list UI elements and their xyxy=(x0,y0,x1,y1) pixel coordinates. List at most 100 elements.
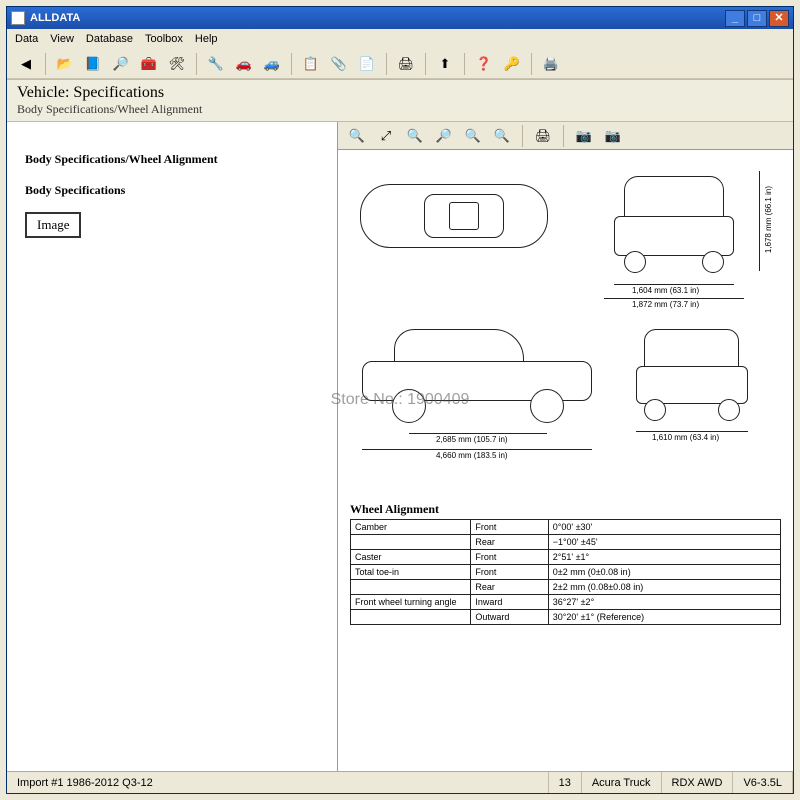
cell-param xyxy=(351,610,471,625)
camera2-icon[interactable]: 📷 xyxy=(602,125,624,147)
status-engine: V6-3.5L xyxy=(733,772,793,793)
diagram-viewer: 1,604 mm (63.1 in) 1,872 mm (73.7 in) 1,… xyxy=(338,150,793,771)
pan-icon[interactable]: ⤢ xyxy=(375,125,397,147)
left-sub-heading: Body Specifications xyxy=(25,183,319,198)
left-heading: Body Specifications/Wheel Alignment xyxy=(25,152,319,167)
cell-position: Rear xyxy=(471,580,548,595)
left-pane: Body Specifications/Wheel Alignment Body… xyxy=(7,122,337,771)
cell-position: Outward xyxy=(471,610,548,625)
sub-header: Vehicle: Specifications Body Specificati… xyxy=(7,79,793,122)
car2-icon[interactable]: 🚙 xyxy=(261,53,283,75)
title-bar: ALLDATA _ □ ✕ xyxy=(7,7,793,29)
cell-position: Front xyxy=(471,565,548,580)
separator xyxy=(425,53,426,75)
cell-value: 30°20' ±1° (Reference) xyxy=(548,610,780,625)
help-icon[interactable]: ❓ xyxy=(473,53,495,75)
wrench-icon[interactable]: 🔧 xyxy=(205,53,227,75)
zoom-region-icon[interactable]: 🔍 xyxy=(404,125,426,147)
spec-table-wrap: Wheel Alignment CamberFront0°00' ±30'Rea… xyxy=(344,502,787,625)
dim-track-front: 1,604 mm (63.1 in) xyxy=(632,286,699,295)
menu-view[interactable]: View xyxy=(50,33,74,45)
cell-position: Front xyxy=(471,520,548,535)
cell-value: 36°27' ±2° xyxy=(548,595,780,610)
separator xyxy=(563,125,564,147)
print-icon[interactable]: 🖨 xyxy=(395,53,417,75)
menu-database[interactable]: Database xyxy=(86,33,133,45)
table-title: Wheel Alignment xyxy=(350,502,781,517)
dim-length: 4,660 mm (183.5 in) xyxy=(436,451,508,460)
search-icon[interactable]: 🔎 xyxy=(110,53,132,75)
key-icon[interactable]: 🔑 xyxy=(501,53,523,75)
status-bar: Import #1 1986-2012 Q3-12 13 Acura Truck… xyxy=(7,771,793,793)
viewer-toolbar: 🔍 ⤢ 🔍 🔎 🔍 🔍 🖨 📷 📷 xyxy=(338,122,793,150)
main-toolbar: ◀ 📂 📘 🔎 🧰 🛠 🔧 🚗 🚙 📋 📎 📄 🖨 ⬆ ❓ 🔑 🖨️ xyxy=(7,49,793,79)
cell-param xyxy=(351,535,471,550)
status-import: Import #1 1986-2012 Q3-12 xyxy=(7,772,549,793)
table-row: Rear2±2 mm (0.08±0.08 in) xyxy=(351,580,781,595)
viewer-print-icon[interactable]: 🖨 xyxy=(532,125,554,147)
separator xyxy=(196,53,197,75)
dim-width: 1,610 mm (63.4 in) xyxy=(652,433,719,442)
cell-value: 0°00' ±30' xyxy=(548,520,780,535)
car-top-view xyxy=(354,166,554,266)
separator xyxy=(45,53,46,75)
image-button[interactable]: Image xyxy=(25,212,81,238)
gear-icon[interactable]: 🛠 xyxy=(166,53,188,75)
status-model: RDX AWD xyxy=(662,772,734,793)
close-button[interactable]: ✕ xyxy=(769,10,789,27)
breadcrumb: Body Specifications/Wheel Alignment xyxy=(17,102,783,117)
wheel-alignment-table: CamberFront0°00' ±30'Rear−1°00' ±45'Cast… xyxy=(350,519,781,625)
app-icon xyxy=(11,11,25,25)
cell-param: Total toe-in xyxy=(351,565,471,580)
cell-value: 0±2 mm (0±0.08 in) xyxy=(548,565,780,580)
cell-position: Rear xyxy=(471,535,548,550)
car-icon[interactable]: 🚗 xyxy=(233,53,255,75)
zoom-fit-icon[interactable]: 🔍 xyxy=(462,125,484,147)
dim-line xyxy=(759,171,760,271)
separator xyxy=(386,53,387,75)
cell-position: Inward xyxy=(471,595,548,610)
cell-param xyxy=(351,580,471,595)
page-icon[interactable]: 📄 xyxy=(356,53,378,75)
menu-data[interactable]: Data xyxy=(15,33,38,45)
upload-icon[interactable]: ⬆ xyxy=(434,53,456,75)
menu-help[interactable]: Help xyxy=(195,33,218,45)
app-title: ALLDATA xyxy=(30,12,725,24)
dim-track-rear: 1,872 mm (73.7 in) xyxy=(632,300,699,309)
separator xyxy=(522,125,523,147)
menu-bar: Data View Database Toolbox Help xyxy=(7,29,793,49)
cell-param: Front wheel turning angle xyxy=(351,595,471,610)
clip-icon[interactable]: 📎 xyxy=(328,53,350,75)
body-diagram: 1,604 mm (63.1 in) 1,872 mm (73.7 in) 1,… xyxy=(344,156,787,496)
table-row: Front wheel turning angleInward36°27' ±2… xyxy=(351,595,781,610)
separator xyxy=(291,53,292,75)
window-buttons: _ □ ✕ xyxy=(725,10,789,27)
car-side-view: 2,685 mm (105.7 in) 4,660 mm (183.5 in) xyxy=(354,321,604,461)
status-make: Acura Truck xyxy=(582,772,662,793)
tools-icon[interactable]: 🧰 xyxy=(138,53,160,75)
table-row: Total toe-inFront0±2 mm (0±0.08 in) xyxy=(351,565,781,580)
cell-param: Camber xyxy=(351,520,471,535)
cell-position: Front xyxy=(471,550,548,565)
cell-param: Caster xyxy=(351,550,471,565)
menu-toolbox[interactable]: Toolbox xyxy=(145,33,183,45)
back-button[interactable]: ◀ xyxy=(15,53,37,75)
zoom-out-icon[interactable]: 🔎 xyxy=(433,125,455,147)
cell-value: −1°00' ±45' xyxy=(548,535,780,550)
print2-icon[interactable]: 🖨️ xyxy=(540,53,562,75)
list-icon[interactable]: 📋 xyxy=(300,53,322,75)
table-row: CamberFront0°00' ±30' xyxy=(351,520,781,535)
folder-icon[interactable]: 📂 xyxy=(54,53,76,75)
book-icon[interactable]: 📘 xyxy=(82,53,104,75)
zoom-reset-icon[interactable]: 🔍 xyxy=(491,125,513,147)
minimize-button[interactable]: _ xyxy=(725,10,745,27)
dim-height: 1,678 mm (66.1 in) xyxy=(764,186,773,253)
camera-icon[interactable]: 📷 xyxy=(573,125,595,147)
maximize-button[interactable]: □ xyxy=(747,10,767,27)
separator xyxy=(531,53,532,75)
right-pane: 🔍 ⤢ 🔍 🔎 🔍 🔍 🖨 📷 📷 xyxy=(338,122,793,771)
table-row: CasterFront2°51' ±1° xyxy=(351,550,781,565)
zoom-in-icon[interactable]: 🔍 xyxy=(346,125,368,147)
table-row: Outward30°20' ±1° (Reference) xyxy=(351,610,781,625)
cell-value: 2±2 mm (0.08±0.08 in) xyxy=(548,580,780,595)
